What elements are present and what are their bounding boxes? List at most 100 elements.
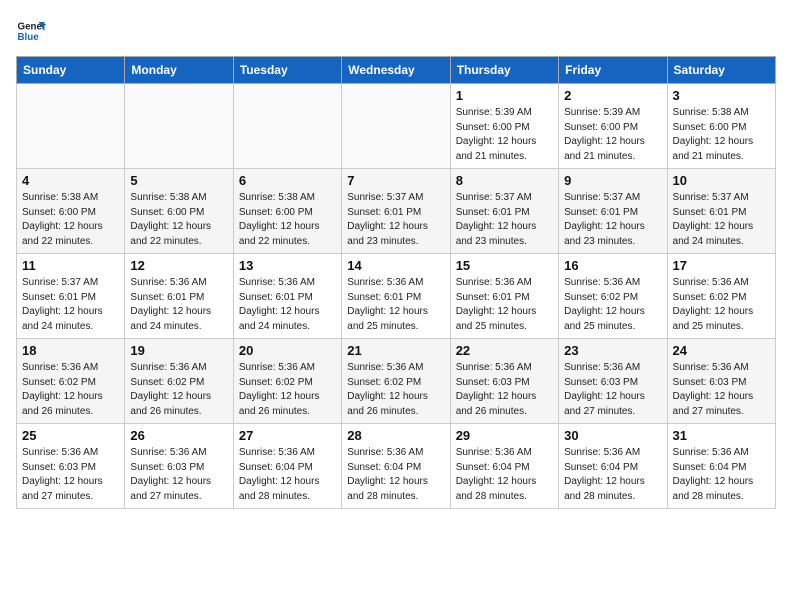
calendar-cell xyxy=(17,84,125,169)
calendar-cell: 3 Sunrise: 5:38 AM Sunset: 6:00 PM Daylig… xyxy=(667,84,775,169)
calendar-week-row: 18 Sunrise: 5:36 AM Sunset: 6:02 PM Dayli… xyxy=(17,339,776,424)
day-number: 17 xyxy=(673,258,770,273)
day-info: Sunrise: 5:38 AM Sunset: 6:00 PM Dayligh… xyxy=(673,106,770,164)
day-info: Sunrise: 5:36 AM Sunset: 6:04 PM Dayligh… xyxy=(564,446,661,504)
day-number: 3 xyxy=(673,88,770,103)
day-number: 28 xyxy=(347,428,444,443)
day-info: Sunrise: 5:36 AM Sunset: 6:03 PM Dayligh… xyxy=(673,361,770,419)
day-info: Sunrise: 5:36 AM Sunset: 6:03 PM Dayligh… xyxy=(564,361,661,419)
day-number: 31 xyxy=(673,428,770,443)
calendar-cell: 20 Sunrise: 5:36 AM Sunset: 6:02 PM Dayli… xyxy=(233,339,341,424)
calendar-week-row: 25 Sunrise: 5:36 AM Sunset: 6:03 PM Dayli… xyxy=(17,424,776,509)
calendar-cell: 25 Sunrise: 5:36 AM Sunset: 6:03 PM Dayli… xyxy=(17,424,125,509)
day-number: 5 xyxy=(130,173,227,188)
day-info: Sunrise: 5:36 AM Sunset: 6:02 PM Dayligh… xyxy=(347,361,444,419)
day-number: 19 xyxy=(130,343,227,358)
day-number: 1 xyxy=(456,88,553,103)
calendar-cell: 27 Sunrise: 5:36 AM Sunset: 6:04 PM Dayli… xyxy=(233,424,341,509)
day-number: 30 xyxy=(564,428,661,443)
calendar-cell: 5 Sunrise: 5:38 AM Sunset: 6:00 PM Daylig… xyxy=(125,169,233,254)
calendar-cell: 21 Sunrise: 5:36 AM Sunset: 6:02 PM Dayli… xyxy=(342,339,450,424)
day-info: Sunrise: 5:36 AM Sunset: 6:02 PM Dayligh… xyxy=(130,361,227,419)
day-number: 14 xyxy=(347,258,444,273)
day-info: Sunrise: 5:37 AM Sunset: 6:01 PM Dayligh… xyxy=(22,276,119,334)
day-number: 8 xyxy=(456,173,553,188)
calendar-table: SundayMondayTuesdayWednesdayThursdayFrid… xyxy=(16,56,776,509)
day-number: 7 xyxy=(347,173,444,188)
day-of-week-header: Thursday xyxy=(450,57,558,84)
day-info: Sunrise: 5:36 AM Sunset: 6:03 PM Dayligh… xyxy=(456,361,553,419)
svg-text:Blue: Blue xyxy=(18,32,40,43)
day-of-week-header: Tuesday xyxy=(233,57,341,84)
day-info: Sunrise: 5:36 AM Sunset: 6:01 PM Dayligh… xyxy=(347,276,444,334)
day-number: 22 xyxy=(456,343,553,358)
page-header: General Blue xyxy=(16,16,776,46)
day-info: Sunrise: 5:38 AM Sunset: 6:00 PM Dayligh… xyxy=(22,191,119,249)
calendar-cell: 10 Sunrise: 5:37 AM Sunset: 6:01 PM Dayli… xyxy=(667,169,775,254)
calendar-cell: 15Sunrise: 5:36 AM Sunset: 6:01 PM Dayli… xyxy=(450,254,558,339)
day-info: Sunrise: 5:37 AM Sunset: 6:01 PM Dayligh… xyxy=(673,191,770,249)
day-of-week-header: Saturday xyxy=(667,57,775,84)
day-info: Sunrise: 5:36 AM Sunset: 6:04 PM Dayligh… xyxy=(456,446,553,504)
day-number: 2 xyxy=(564,88,661,103)
day-number: 10 xyxy=(673,173,770,188)
day-info: Sunrise: 5:36 AM Sunset: 6:01 PM Dayligh… xyxy=(239,276,336,334)
calendar-cell: 24Sunrise: 5:36 AM Sunset: 6:03 PM Dayli… xyxy=(667,339,775,424)
day-of-week-header: Wednesday xyxy=(342,57,450,84)
day-number: 16 xyxy=(564,258,661,273)
day-number: 4 xyxy=(22,173,119,188)
calendar-cell: 13 Sunrise: 5:36 AM Sunset: 6:01 PM Dayli… xyxy=(233,254,341,339)
day-number: 6 xyxy=(239,173,336,188)
day-info: Sunrise: 5:39 AM Sunset: 6:00 PM Dayligh… xyxy=(564,106,661,164)
calendar-cell: 18Sunrise: 5:36 AM Sunset: 6:02 PM Dayli… xyxy=(17,339,125,424)
calendar-cell xyxy=(342,84,450,169)
day-info: Sunrise: 5:38 AM Sunset: 6:00 PM Dayligh… xyxy=(130,191,227,249)
calendar-cell: 14 Sunrise: 5:36 AM Sunset: 6:01 PM Dayli… xyxy=(342,254,450,339)
calendar-cell: 9 Sunrise: 5:37 AM Sunset: 6:01 PM Daylig… xyxy=(559,169,667,254)
day-of-week-header: Friday xyxy=(559,57,667,84)
day-info: Sunrise: 5:36 AM Sunset: 6:01 PM Dayligh… xyxy=(456,276,553,334)
day-info: Sunrise: 5:39 AM Sunset: 6:00 PM Dayligh… xyxy=(456,106,553,164)
day-info: Sunrise: 5:36 AM Sunset: 6:04 PM Dayligh… xyxy=(239,446,336,504)
calendar-cell: 30 Sunrise: 5:36 AM Sunset: 6:04 PM Dayli… xyxy=(559,424,667,509)
day-info: Sunrise: 5:36 AM Sunset: 6:01 PM Dayligh… xyxy=(130,276,227,334)
day-of-week-header: Sunday xyxy=(17,57,125,84)
day-info: Sunrise: 5:36 AM Sunset: 6:02 PM Dayligh… xyxy=(564,276,661,334)
calendar-cell: 22 Sunrise: 5:36 AM Sunset: 6:03 PM Dayli… xyxy=(450,339,558,424)
day-number: 18 xyxy=(22,343,119,358)
day-info: Sunrise: 5:37 AM Sunset: 6:01 PM Dayligh… xyxy=(347,191,444,249)
day-number: 13 xyxy=(239,258,336,273)
day-info: Sunrise: 5:36 AM Sunset: 6:04 PM Dayligh… xyxy=(347,446,444,504)
calendar-cell xyxy=(125,84,233,169)
calendar-cell: 6 Sunrise: 5:38 AM Sunset: 6:00 PM Daylig… xyxy=(233,169,341,254)
calendar-cell: 31 Sunrise: 5:36 AM Sunset: 6:04 PM Dayli… xyxy=(667,424,775,509)
days-of-week-row: SundayMondayTuesdayWednesdayThursdayFrid… xyxy=(17,57,776,84)
calendar-cell xyxy=(233,84,341,169)
day-number: 12 xyxy=(130,258,227,273)
day-number: 25 xyxy=(22,428,119,443)
logo: General Blue xyxy=(16,16,46,46)
calendar-cell: 12 Sunrise: 5:36 AM Sunset: 6:01 PM Dayli… xyxy=(125,254,233,339)
day-number: 23 xyxy=(564,343,661,358)
day-info: Sunrise: 5:37 AM Sunset: 6:01 PM Dayligh… xyxy=(564,191,661,249)
calendar-cell: 23 Sunrise: 5:36 AM Sunset: 6:03 PM Dayli… xyxy=(559,339,667,424)
day-info: Sunrise: 5:36 AM Sunset: 6:02 PM Dayligh… xyxy=(673,276,770,334)
calendar-week-row: 1 Sunrise: 5:39 AM Sunset: 6:00 PM Daylig… xyxy=(17,84,776,169)
logo-icon: General Blue xyxy=(16,16,46,46)
calendar-cell: 1 Sunrise: 5:39 AM Sunset: 6:00 PM Daylig… xyxy=(450,84,558,169)
day-info: Sunrise: 5:36 AM Sunset: 6:04 PM Dayligh… xyxy=(673,446,770,504)
calendar-cell: 17 Sunrise: 5:36 AM Sunset: 6:02 PM Dayli… xyxy=(667,254,775,339)
day-number: 27 xyxy=(239,428,336,443)
calendar-cell: 7 Sunrise: 5:37 AM Sunset: 6:01 PM Daylig… xyxy=(342,169,450,254)
calendar-body: 1 Sunrise: 5:39 AM Sunset: 6:00 PM Daylig… xyxy=(17,84,776,509)
day-info: Sunrise: 5:38 AM Sunset: 6:00 PM Dayligh… xyxy=(239,191,336,249)
day-of-week-header: Monday xyxy=(125,57,233,84)
day-number: 21 xyxy=(347,343,444,358)
day-number: 29 xyxy=(456,428,553,443)
day-number: 11 xyxy=(22,258,119,273)
day-number: 26 xyxy=(130,428,227,443)
day-info: Sunrise: 5:36 AM Sunset: 6:03 PM Dayligh… xyxy=(22,446,119,504)
day-number: 20 xyxy=(239,343,336,358)
day-info: Sunrise: 5:36 AM Sunset: 6:02 PM Dayligh… xyxy=(239,361,336,419)
day-number: 9 xyxy=(564,173,661,188)
